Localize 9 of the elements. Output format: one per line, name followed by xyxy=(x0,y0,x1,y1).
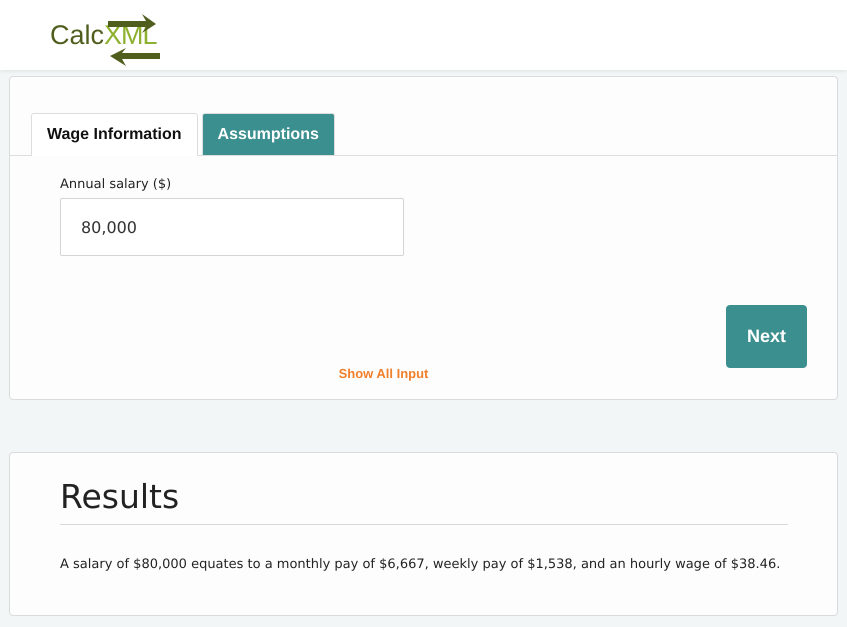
tab[interactable]: Assumptions xyxy=(202,113,335,155)
results-title: Results xyxy=(60,477,788,525)
next-button[interactable]: Next xyxy=(726,305,807,368)
results-text: A salary of $80,000 equates to a monthly pay of $6,667, weekly pay of $1,538, and an hourly wage of $38.46. xyxy=(60,557,782,572)
logo-text: Calc xyxy=(50,20,104,50)
tab[interactable]: Wage Information xyxy=(31,113,198,156)
show-all-link[interactable]: Show All Input xyxy=(338,366,428,381)
field-label: Annual salary ($) xyxy=(60,177,172,192)
salary-field[interactable]: 80,000 xyxy=(60,198,404,256)
